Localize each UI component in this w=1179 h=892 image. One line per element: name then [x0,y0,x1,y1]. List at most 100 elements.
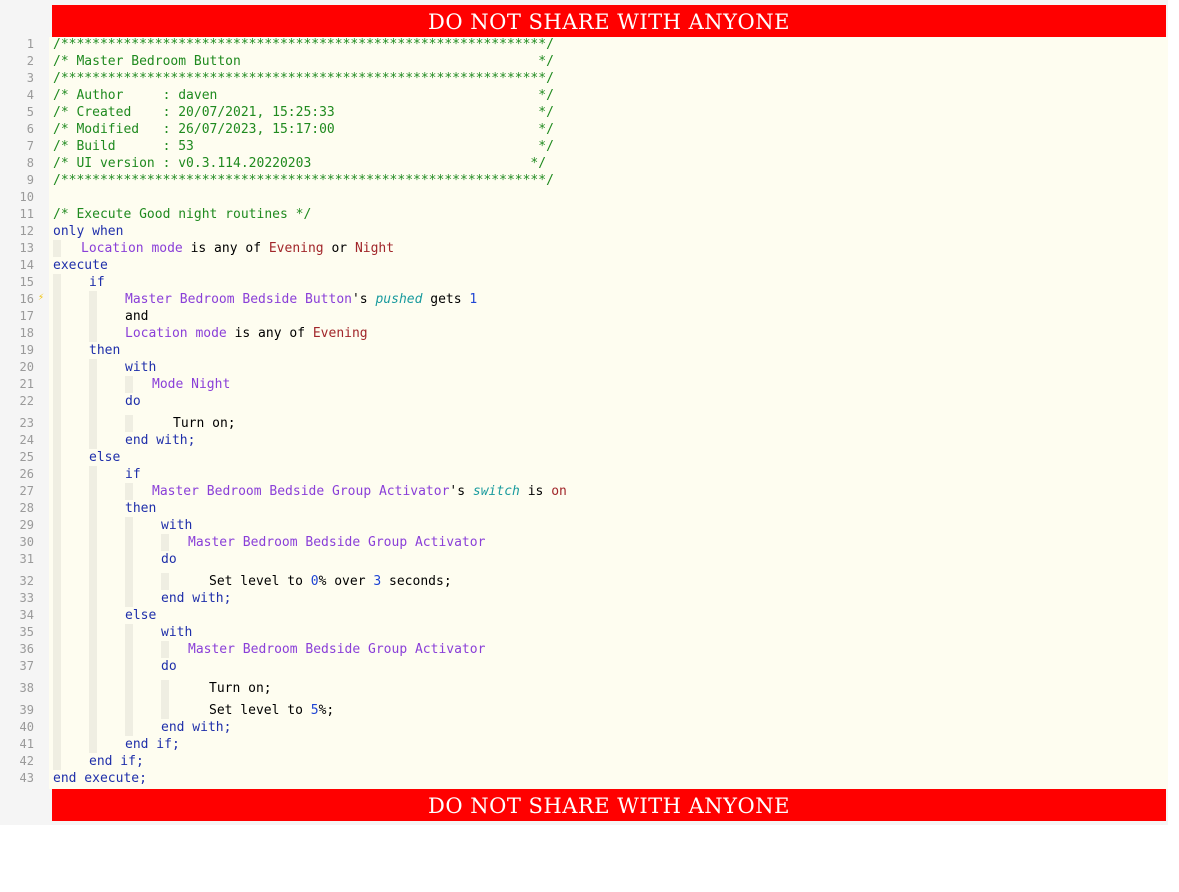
line-number: 43 [19,771,34,785]
line-number: 39 [19,703,34,717]
code-line: Mode Night [152,376,230,393]
line-number-gutter: 1 2 3 4 5 6 7 8 9 10 11 12 13 14 15 16 17 18 19 20 21 22 23 24 2… [0,37,49,789]
code-line: Location mode is any of Evening or Night [81,240,394,257]
code-token-txt: gets [422,292,470,307]
code-token-kw: else [89,450,121,465]
code-line: end if; [89,753,144,770]
code-line: then [125,500,156,517]
line-number: 35 [19,625,34,639]
line-number: 29 [19,518,34,532]
code-token-kw: if [125,467,141,482]
code-token-txt: is any of [226,326,313,341]
line-number: 26 [19,467,34,481]
code-line: Location mode is any of Evening [125,325,368,342]
code-line: end with; [161,590,231,607]
code-line: do [125,393,141,410]
code-token-com: /* UI version : v0.3.114.20220203 */ [53,156,547,171]
line-number: 16 [19,292,34,306]
code-token-kw: then [89,343,121,358]
code-line: Master Bedroom Bedside Button's pushed g… [125,291,477,308]
code-line: do [161,658,177,675]
line-number: 41 [19,737,34,751]
line-number: 32 [19,574,34,588]
indent-guide [89,466,97,753]
code-line: execute [53,257,108,274]
code-token-kw: then [125,501,157,516]
line-number: 18 [19,326,34,340]
indent-guide [89,291,97,342]
code-token-txt: 's [449,484,473,499]
code-line: /* Modified : 26/07/2023, 15:17:00 */ [53,121,554,138]
line-number: 5 [26,105,34,119]
line-number: 7 [26,139,34,153]
code-token-kw: else [125,608,157,623]
code-token-kw: end if; [89,754,144,769]
indent-guide [125,415,133,432]
code-token-com: /* Created : 20/07/2021, 15:25:33 */ [53,105,554,120]
code-token-com: /* Author : daven */ [53,88,554,103]
code-token-kw: with [161,625,193,640]
code-token-txt: is [519,484,552,499]
code-token-num: 5 [310,703,319,718]
line-number: 17 [19,309,34,323]
line-number: 12 [19,224,34,238]
code-line: if [89,274,105,291]
code-token-kw: do [161,659,177,674]
code-token-com: /***************************************… [53,71,554,86]
indent-guide [53,274,61,770]
line-number: 34 [19,608,34,622]
code-token-kw: only when [53,224,124,239]
code-line: then [89,342,120,359]
code-token-kw: do [125,394,141,409]
code-line: do [161,551,177,568]
code-token-kw: end with; [125,433,196,448]
code-token-num: 1 [469,292,478,307]
code-token-kw: with [161,518,193,533]
line-number: 20 [19,360,34,374]
code-token-dev: Mode Night [152,377,231,392]
code-line: /* Build : 53 */ [53,138,554,155]
code-token-com: /* Modified : 26/07/2023, 15:17:00 */ [53,122,554,137]
code-token-txt: %; [318,703,335,718]
line-number: 24 [19,433,34,447]
code-line: /* Execute Good night routines */ [53,206,311,223]
code-token-dev: Location mode [81,241,183,256]
code-token-kw: with [125,360,157,375]
code-token-com: /***************************************… [53,37,554,52]
line-number: 3 [26,71,34,85]
line-number: 23 [19,416,34,430]
code-line: Set level to 5%; [209,702,334,719]
line-number: 8 [26,156,34,170]
line-number: 10 [19,190,34,204]
line-number: 2 [26,54,34,68]
line-number: 1 [26,37,34,51]
code-token-txt: Set level to [209,574,311,589]
line-number: 36 [19,642,34,656]
code-token-dev: Master Bedroom Bedside Group Activator [188,535,486,550]
code-line: /* Master Bedroom Button */ [53,53,554,70]
indent-guide [53,240,61,257]
code-token-txt: Turn on; [209,681,272,696]
indent-guide [125,517,133,607]
code-line: Master Bedroom Bedside Group Activator [188,641,485,658]
indent-guide [161,573,169,590]
indent-guide [125,483,133,500]
code-token-num: 0 [310,574,319,589]
code-token-kw: execute [53,258,108,273]
line-number: 30 [19,535,34,549]
line-number: 27 [19,484,34,498]
code-token-attr: pushed [375,292,423,307]
code-token-txt: Set level to [209,703,311,718]
code-line: with [161,624,192,641]
line-number: 25 [19,450,34,464]
code-token-kw: end if; [125,737,180,752]
code-token-txt: 's [351,292,376,307]
code-line: /* Author : daven */ [53,87,554,104]
code-line: else [125,607,156,624]
line-number: 31 [19,552,34,566]
lightbulb-icon[interactable]: ⚡ [38,292,48,303]
code-line: /***************************************… [53,36,554,53]
code-token-attr: switch [472,484,520,499]
line-number: 21 [19,377,34,391]
indent-guide [125,624,133,736]
